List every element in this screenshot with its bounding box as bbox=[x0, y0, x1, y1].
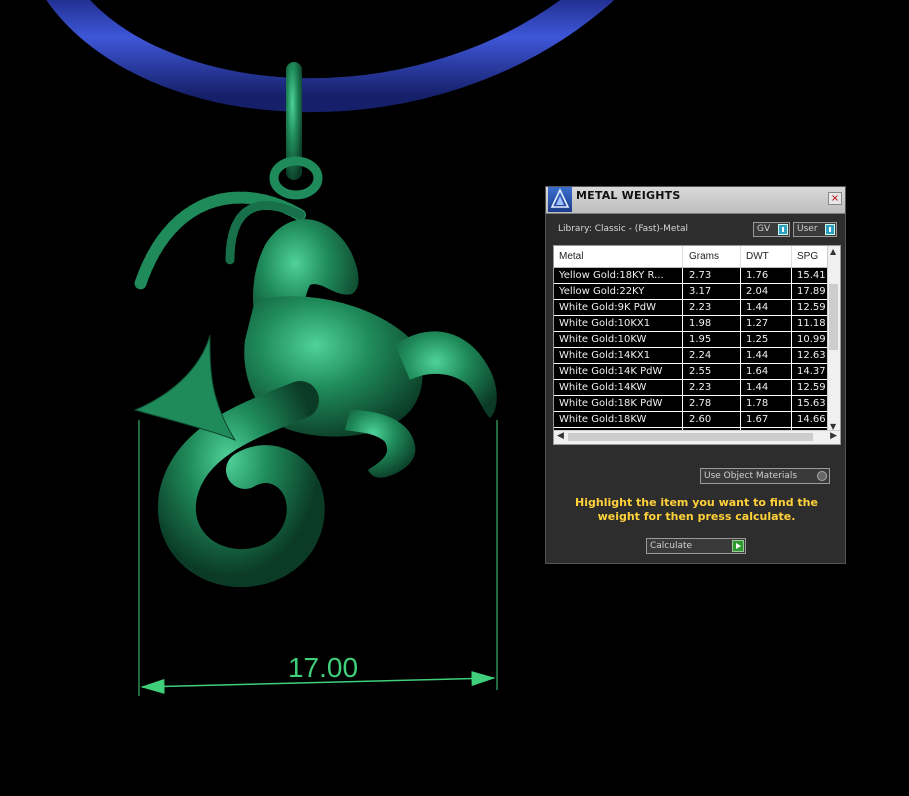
table-row[interactable]: White Gold:10KW 1.95 1.25 10.99 bbox=[554, 332, 829, 348]
table-row[interactable]: White Gold:10KX1 1.98 1.27 11.18 bbox=[554, 316, 829, 332]
cell-dwt: 1.44 bbox=[746, 382, 769, 393]
table-row[interactable]: White Gold:14KX1 2.24 1.44 12.63 bbox=[554, 348, 829, 364]
cell-grams: 3.17 bbox=[689, 286, 712, 297]
cell-metal: White Gold:10KW bbox=[559, 334, 647, 345]
library-label: Library: Classic - (Fast)-Metal bbox=[558, 224, 689, 234]
horizontal-scrollbar[interactable]: ◀ ▶ bbox=[554, 430, 840, 444]
table-row[interactable]: White Gold:18K PdW 2.78 1.78 15.63 bbox=[554, 396, 829, 412]
cell-dwt: 2.04 bbox=[746, 286, 769, 297]
cell-grams: 2.55 bbox=[689, 366, 712, 377]
cell-grams: 2.24 bbox=[689, 350, 712, 361]
table-row[interactable]: Yellow Gold:18KY R... 2.73 1.76 15.41 bbox=[554, 268, 829, 284]
cell-grams: 2.60 bbox=[689, 414, 712, 425]
metal-table: Metal Grams DWT SPG Yellow Gold:18KY R..… bbox=[553, 245, 841, 445]
cell-metal: White Gold:14KX1 bbox=[559, 350, 651, 361]
calculate-label: Calculate bbox=[650, 541, 693, 551]
table-row[interactable]: White Gold:14KW 2.23 1.44 12.59 bbox=[554, 380, 829, 396]
cell-metal: Yellow Gold:22KY bbox=[559, 286, 645, 297]
cell-dwt: 1.67 bbox=[746, 414, 769, 425]
cell-grams: 2.23 bbox=[689, 382, 712, 393]
cell-dwt: 1.64 bbox=[746, 366, 769, 377]
table-header: Metal Grams DWT SPG bbox=[554, 246, 829, 268]
toggle-switch-icon bbox=[825, 224, 835, 235]
pendant-leg-rear bbox=[345, 410, 416, 478]
cell-metal: White Gold:10KX1 bbox=[559, 318, 651, 329]
cell-grams: 2.23 bbox=[689, 302, 712, 313]
vertical-scroll-thumb[interactable] bbox=[829, 284, 838, 350]
cell-dwt: 1.25 bbox=[746, 334, 769, 345]
use-object-materials-label: Use Object Materials bbox=[704, 471, 798, 481]
cell-grams: 2.73 bbox=[689, 270, 712, 281]
pendant-fin bbox=[133, 334, 237, 442]
toggle-switch-icon bbox=[778, 224, 788, 235]
scroll-left-icon[interactable]: ◀ bbox=[557, 431, 564, 441]
gv-toggle[interactable]: GV bbox=[753, 222, 790, 237]
radio-button-icon[interactable] bbox=[817, 471, 827, 481]
use-object-materials-option[interactable]: Use Object Materials bbox=[700, 468, 830, 484]
panel-title: METAL WEIGHTS bbox=[576, 189, 681, 202]
cell-metal: White Gold:18K PdW bbox=[559, 398, 663, 409]
dimension-label: 17.00 bbox=[288, 652, 358, 683]
metal-weights-panel: METAL WEIGHTS × Library: Classic - (Fast… bbox=[545, 186, 846, 564]
cell-dwt: 1.27 bbox=[746, 318, 769, 329]
table-row[interactable]: White Gold:9K PdW 2.23 1.44 12.59 bbox=[554, 300, 829, 316]
user-toggle-label: User bbox=[797, 224, 818, 234]
cell-metal: White Gold:14KW bbox=[559, 382, 647, 393]
close-icon[interactable]: × bbox=[828, 192, 842, 205]
cell-metal: White Gold:18KW bbox=[559, 414, 647, 425]
panel-titlebar[interactable]: METAL WEIGHTS × bbox=[546, 187, 845, 214]
cell-metal: White Gold:9K PdW bbox=[559, 302, 656, 313]
table-row[interactable]: White Gold:14K PdW 2.55 1.64 14.37 bbox=[554, 364, 829, 380]
column-header-dwt[interactable]: DWT bbox=[746, 251, 769, 262]
cell-dwt: 1.44 bbox=[746, 350, 769, 361]
scroll-up-icon[interactable]: ▲ bbox=[830, 247, 836, 256]
instruction-text: Highlight the item you want to find the … bbox=[575, 496, 818, 523]
column-header-spg[interactable]: SPG bbox=[797, 251, 818, 262]
cell-metal: White Gold:14K PdW bbox=[559, 366, 663, 377]
necklace-cord bbox=[46, 0, 614, 112]
cell-grams: 1.95 bbox=[689, 334, 712, 345]
horizontal-scroll-thumb[interactable] bbox=[568, 433, 813, 441]
cell-dwt: 1.78 bbox=[746, 398, 769, 409]
cell-dwt: 1.44 bbox=[746, 302, 769, 313]
cell-grams: 2.78 bbox=[689, 398, 712, 409]
table-body: Yellow Gold:18KY R... 2.73 1.76 15.41 Yellow… bbox=[554, 268, 829, 444]
table-row[interactable]: Yellow Gold:22KY 3.17 2.04 17.89 bbox=[554, 284, 829, 300]
scroll-right-icon[interactable]: ▶ bbox=[830, 431, 837, 441]
cell-metal: Yellow Gold:18KY R... bbox=[559, 270, 664, 281]
gv-toggle-label: GV bbox=[757, 224, 771, 234]
user-toggle[interactable]: User bbox=[793, 222, 837, 237]
vertical-scrollbar[interactable]: ▲ ▼ bbox=[827, 246, 840, 432]
app-logo-icon bbox=[548, 187, 572, 212]
play-arrow-icon bbox=[732, 540, 744, 552]
column-header-metal[interactable]: Metal bbox=[559, 251, 583, 262]
cell-dwt: 1.76 bbox=[746, 270, 769, 281]
column-header-grams[interactable]: Grams bbox=[689, 251, 719, 262]
calculate-button[interactable]: Calculate bbox=[646, 538, 746, 554]
cell-grams: 1.98 bbox=[689, 318, 712, 329]
table-row[interactable]: White Gold:18KW 2.60 1.67 14.66 bbox=[554, 412, 829, 428]
